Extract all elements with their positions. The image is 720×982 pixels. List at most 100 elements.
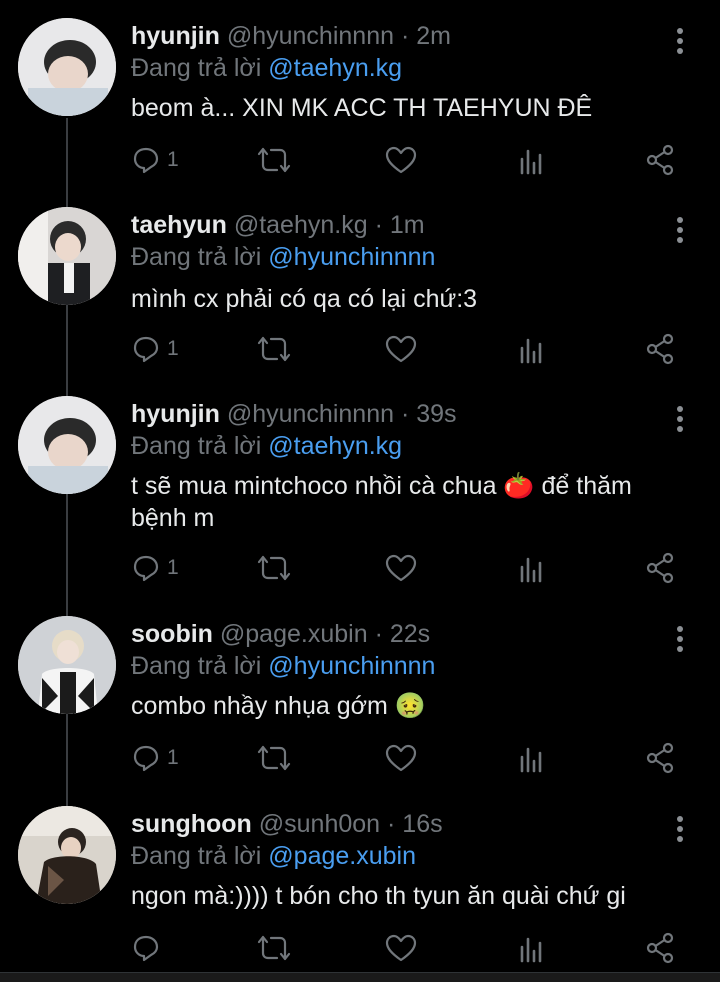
retweet-icon <box>257 743 291 773</box>
views-icon <box>519 743 545 773</box>
reply-count: 1 <box>167 337 179 360</box>
views-icon <box>519 334 545 364</box>
like-button[interactable] <box>385 331 417 367</box>
like-button[interactable] <box>385 550 417 586</box>
tweet-header: hyunjin @hyunchinnnn · 39s <box>131 400 457 429</box>
tweet-text: t sẽ mua mintchoco nhồi cà chua 🍅 để thă… <box>131 472 632 532</box>
avatar[interactable] <box>18 18 116 116</box>
retweet-icon <box>257 553 291 583</box>
timestamp: · 2m <box>400 22 451 50</box>
reply-button[interactable] <box>131 930 167 966</box>
more-icon[interactable] <box>668 215 692 245</box>
avatar[interactable] <box>18 207 116 305</box>
views-icon <box>519 145 545 175</box>
replying-to: Đang trả lời @hyunchinnnn <box>131 652 435 681</box>
timestamp: · 22s <box>374 620 431 648</box>
share-icon <box>645 144 675 176</box>
reply-icon <box>131 145 161 175</box>
tweet[interactable]: taehyun @taehyn.kg · 1m Đang trả lời @hy… <box>0 207 720 377</box>
reply-button[interactable]: 1 <box>131 550 179 586</box>
more-icon[interactable] <box>668 624 692 654</box>
display-name[interactable]: hyunjin <box>131 400 220 428</box>
mention-link[interactable]: @taehyn.kg <box>268 54 402 82</box>
more-icon[interactable] <box>668 404 692 434</box>
display-name[interactable]: hyunjin <box>131 22 220 50</box>
timestamp: · 16s <box>387 810 443 838</box>
tweet-text: mình cx phải có qa có lại chứ:3 <box>131 285 478 313</box>
reply-button[interactable]: 1 <box>131 740 179 776</box>
username[interactable]: @hyunchinnnn <box>227 400 394 428</box>
avatar[interactable] <box>18 396 116 494</box>
views-button[interactable] <box>519 930 545 966</box>
replying-to-label: Đang trả lời <box>131 243 262 271</box>
retweet-button[interactable] <box>257 740 291 776</box>
username[interactable]: @page.xubin <box>220 620 368 648</box>
reply-count: 1 <box>167 746 179 769</box>
replying-to: Đang trả lời @taehyn.kg <box>131 432 402 461</box>
username[interactable]: @taehyn.kg <box>234 211 368 239</box>
share-button[interactable] <box>645 740 675 776</box>
more-icon[interactable] <box>668 814 692 844</box>
avatar[interactable] <box>18 806 116 904</box>
share-icon <box>645 742 675 774</box>
action-bar: 1 <box>131 550 691 586</box>
like-button[interactable] <box>385 142 417 178</box>
timestamp: · 39s <box>400 400 457 428</box>
retweet-button[interactable] <box>257 550 291 586</box>
reply-icon <box>131 933 161 963</box>
replying-to: Đang trả lời @taehyn.kg <box>131 54 402 83</box>
username[interactable]: @sunh0on <box>259 810 380 838</box>
retweet-button[interactable] <box>257 331 291 367</box>
replying-to: Đang trả lời @page.xubin <box>131 842 416 871</box>
reply-icon <box>131 334 161 364</box>
share-button[interactable] <box>645 142 675 178</box>
tweet[interactable]: hyunjin @hyunchinnnn · 2m Đang trả lời @… <box>0 18 720 188</box>
mention-link[interactable]: @hyunchinnnn <box>268 243 435 271</box>
replying-to-label: Đang trả lời <box>131 432 262 460</box>
tweet-header: sunghoon @sunh0on · 16s <box>131 810 443 839</box>
tweet[interactable]: sunghoon @sunh0on · 16s Đang trả lời @pa… <box>0 806 720 971</box>
views-icon <box>519 553 545 583</box>
reply-count: 1 <box>167 556 179 579</box>
username[interactable]: @hyunchinnnn <box>227 22 394 50</box>
mention-link[interactable]: @page.xubin <box>268 842 416 870</box>
tweet-text: ngon mà:)))) t bón cho th tyun ăn quài c… <box>131 882 626 910</box>
retweet-button[interactable] <box>257 142 291 178</box>
reply-button[interactable]: 1 <box>131 331 179 367</box>
share-button[interactable] <box>645 331 675 367</box>
avatar[interactable] <box>18 616 116 714</box>
views-button[interactable] <box>519 142 545 178</box>
like-icon <box>385 933 417 963</box>
replying-to: Đang trả lời @hyunchinnnn <box>131 243 435 272</box>
timestamp: · 1m <box>374 211 425 239</box>
retweet-button[interactable] <box>257 930 291 966</box>
tweet[interactable]: hyunjin @hyunchinnnn · 39s Đang trả lời … <box>0 396 720 596</box>
mention-link[interactable]: @taehyn.kg <box>268 432 402 460</box>
views-button[interactable] <box>519 550 545 586</box>
reply-button[interactable]: 1 <box>131 142 179 178</box>
retweet-icon <box>257 933 291 963</box>
like-button[interactable] <box>385 740 417 776</box>
action-bar: 1 <box>131 331 691 367</box>
views-button[interactable] <box>519 740 545 776</box>
share-icon <box>645 552 675 584</box>
display-name[interactable]: sunghoon <box>131 810 252 838</box>
mention-link[interactable]: @hyunchinnnn <box>268 652 435 680</box>
action-bar: 1 <box>131 142 691 178</box>
views-button[interactable] <box>519 331 545 367</box>
reply-icon <box>131 743 161 773</box>
share-button[interactable] <box>645 930 675 966</box>
more-icon[interactable] <box>668 26 692 56</box>
like-icon <box>385 334 417 364</box>
like-icon <box>385 145 417 175</box>
tweet[interactable]: soobin @page.xubin · 22s Đang trả lời @h… <box>0 616 720 786</box>
share-icon <box>645 333 675 365</box>
reply-count: 1 <box>167 148 179 171</box>
share-button[interactable] <box>645 550 675 586</box>
like-button[interactable] <box>385 930 417 966</box>
tweet-header: taehyun @taehyn.kg · 1m <box>131 211 425 240</box>
display-name[interactable]: taehyun <box>131 211 227 239</box>
retweet-icon <box>257 145 291 175</box>
display-name[interactable]: soobin <box>131 620 213 648</box>
replying-to-label: Đang trả lời <box>131 842 262 870</box>
